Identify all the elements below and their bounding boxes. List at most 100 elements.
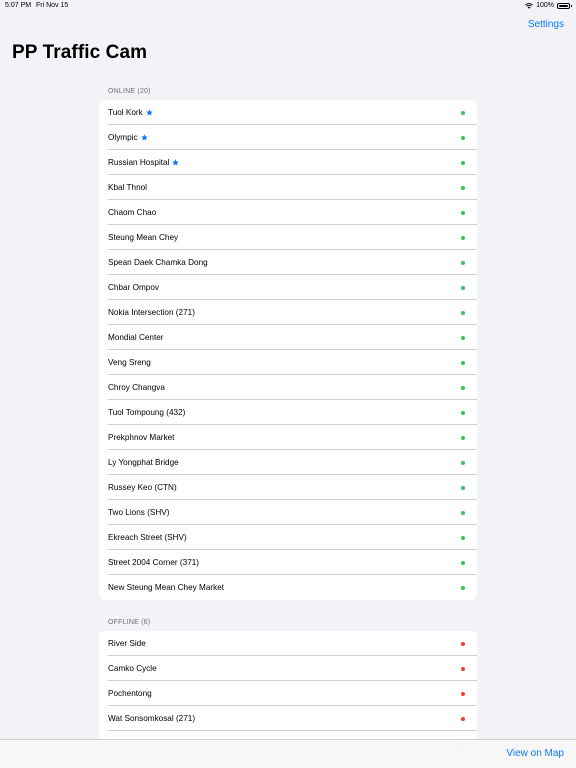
camera-name: Chroy Changva <box>108 383 165 392</box>
camera-name: Nokia Intersection (271) <box>108 308 195 317</box>
list-item[interactable]: Spean Daek Chamka Dong <box>99 250 477 275</box>
online-status-dot <box>461 186 465 190</box>
list-item[interactable]: Tuol Tompoung (432) <box>99 400 477 425</box>
list-item[interactable]: Steung Mean Chey <box>99 225 477 250</box>
offline-status-dot <box>461 667 465 671</box>
camera-name-text: Tuol Kork <box>108 108 143 117</box>
online-status-dot <box>461 411 465 415</box>
list-item[interactable]: Ekreach Street (SHV) <box>99 525 477 550</box>
camera-name-text: Kbal Thnol <box>108 183 147 192</box>
list-item[interactable]: Veng Sreng <box>99 350 477 375</box>
view-on-map-button[interactable]: View on Map <box>506 748 564 759</box>
list-item[interactable]: Russey Keo (CTN) <box>99 475 477 500</box>
camera-name: Olympic <box>108 133 148 142</box>
camera-name-text: New Steung Mean Chey Market <box>108 583 225 592</box>
list-item[interactable]: Prekphnov Market <box>99 425 477 450</box>
offline-status-dot <box>461 642 465 646</box>
camera-name: Ly Yongphat Bridge <box>108 458 179 467</box>
list-item[interactable]: Mondial Center <box>99 325 477 350</box>
list-item[interactable]: Chaom Chao <box>99 200 477 225</box>
camera-name-text: Olympic <box>108 133 138 142</box>
camera-name: Camko Cycle <box>108 664 157 673</box>
online-status-dot <box>461 361 465 365</box>
list-item[interactable]: Pochentong <box>99 681 477 706</box>
list-item[interactable]: River Side <box>99 631 477 656</box>
camera-name: Chaom Chao <box>108 208 156 217</box>
status-right: 100% <box>525 0 572 12</box>
wifi-icon <box>525 3 534 9</box>
camera-name-text: Chaom Chao <box>108 208 157 217</box>
list-item[interactable]: Wat Sonsomkosal (271) <box>99 706 477 731</box>
camera-name-text: Nokia Intersection (271) <box>108 308 195 317</box>
camera-name: Prekphnov Market <box>108 433 174 442</box>
camera-name: New Steung Mean Chey Market <box>108 583 224 592</box>
camera-name: Mondial Center <box>108 333 164 342</box>
list-item[interactable]: Chbar Ompov <box>99 275 477 300</box>
camera-name: Kbal Thnol <box>108 183 147 192</box>
list-item[interactable]: New Steung Mean Chey Market <box>99 575 477 600</box>
camera-name: Wat Sonsomkosal (271) <box>108 714 195 723</box>
camera-name-text: Ly Yongphat Bridge <box>108 458 179 467</box>
list-item[interactable]: Russian Hospital <box>99 150 477 175</box>
list-item[interactable]: Ly Yongphat Bridge <box>99 450 477 475</box>
list-item[interactable]: Chroy Changva <box>99 375 477 400</box>
camera-name: Two Lions (SHV) <box>108 508 169 517</box>
camera-name-text: Russey Keo (CTN) <box>108 483 177 492</box>
online-status-dot <box>461 261 465 265</box>
online-status-dot <box>461 336 465 340</box>
online-status-dot <box>461 161 465 165</box>
camera-name: Russian Hospital <box>108 158 180 167</box>
camera-name-text: Wat Sonsomkosal (271) <box>108 714 196 723</box>
camera-name-text: Prekphnov Market <box>108 433 175 442</box>
camera-name: Spean Daek Chamka Dong <box>108 258 208 267</box>
camera-name: Russey Keo (CTN) <box>108 483 177 492</box>
online-status-dot <box>461 211 465 215</box>
online-status-dot <box>461 586 465 590</box>
camera-name-text: Ekreach Street (SHV) <box>108 533 187 542</box>
star-icon <box>172 159 180 166</box>
online-status-dot <box>461 486 465 490</box>
offline-status-dot <box>461 717 465 721</box>
list-item[interactable]: Street 2004 Corner (371) <box>99 550 477 575</box>
camera-name: Tuol Tompoung (432) <box>108 408 185 417</box>
camera-name: Tuol Kork <box>108 108 153 117</box>
camera-name-text: Veng Sreng <box>108 358 151 367</box>
status-date: Fri Nov 15 <box>36 2 69 9</box>
status-bar: 5:07 PM Fri Nov 15 100% <box>0 0 576 14</box>
camera-name: Steung Mean Chey <box>108 233 178 242</box>
camera-name-text: Chroy Changva <box>108 383 165 392</box>
battery-percent: 100% <box>536 2 554 9</box>
camera-name-text: Camko Cycle <box>108 664 157 673</box>
online-camera-list: Tuol Kork Olympic Russian Hospital Kbal Thn… <box>99 100 477 600</box>
online-status-dot <box>461 536 465 540</box>
list-item[interactable]: Nokia Intersection (271) <box>99 300 477 325</box>
list-item[interactable]: Two Lions (SHV) <box>99 500 477 525</box>
page-title: PP Traffic Cam <box>12 42 148 63</box>
online-status-dot <box>461 386 465 390</box>
online-status-dot <box>461 236 465 240</box>
battery-icon <box>557 3 572 9</box>
offline-section-header: OFFLINE (6) <box>108 619 151 626</box>
offline-status-dot <box>461 692 465 696</box>
camera-name: Pochentong <box>108 689 152 698</box>
list-item[interactable]: Kbal Thnol <box>99 175 477 200</box>
camera-name-text: Spean Daek Chamka Dong <box>108 258 208 267</box>
online-status-dot <box>461 111 465 115</box>
offline-camera-list: River Side Camko Cycle Pochentong Wat Sonso… <box>99 631 477 756</box>
online-status-dot <box>461 286 465 290</box>
camera-name-text: Chbar Ompov <box>108 283 159 292</box>
camera-name-text: Tuol Tompoung (432) <box>108 408 186 417</box>
list-item[interactable]: Tuol Kork <box>99 100 477 125</box>
online-status-dot <box>461 436 465 440</box>
camera-name-text: Mondial Center <box>108 333 164 342</box>
online-section-header: ONLINE (20) <box>108 88 151 95</box>
camera-name: Street 2004 Corner (371) <box>108 558 199 567</box>
camera-name-text: Street 2004 Corner (371) <box>108 558 200 567</box>
status-time: 5:07 PM <box>5 2 32 9</box>
list-item[interactable]: Olympic <box>99 125 477 150</box>
bottom-toolbar: View on Map <box>0 739 576 768</box>
camera-name-text: River Side <box>108 639 146 648</box>
settings-button[interactable]: Settings <box>528 19 564 30</box>
list-item[interactable]: Camko Cycle <box>99 656 477 681</box>
camera-name: Veng Sreng <box>108 358 151 367</box>
